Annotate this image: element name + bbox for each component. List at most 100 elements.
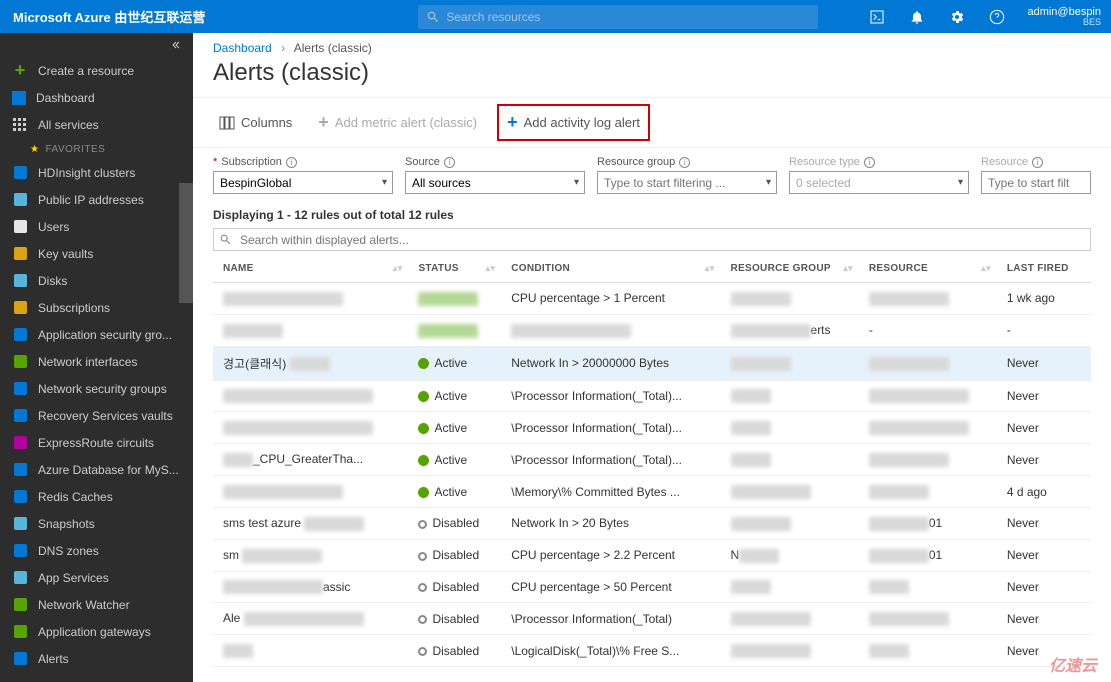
cell-condition: [501, 314, 720, 346]
header-icons: admin@bespin BES: [857, 0, 1111, 33]
sidebar-item-label: ExpressRoute circuits: [38, 436, 154, 450]
sidebar-item-mysql[interactable]: Azure Database for MyS...: [0, 456, 193, 483]
sidebar-item-users[interactable]: Users: [0, 213, 193, 240]
info-icon[interactable]: i: [286, 157, 297, 168]
sidebar-item-label: Alerts: [38, 652, 69, 666]
breadcrumb-root[interactable]: Dashboard: [213, 41, 272, 55]
mysql-icon: [12, 462, 28, 478]
cloud-shell-icon[interactable]: [857, 0, 897, 33]
sidebar-scrollbar[interactable]: [179, 183, 193, 303]
sidebar-all-services[interactable]: All services: [0, 111, 193, 138]
table-search: [213, 228, 1091, 251]
col-status[interactable]: STATUS▴▾: [408, 255, 501, 283]
info-icon[interactable]: i: [444, 157, 455, 168]
global-search-input[interactable]: [446, 10, 810, 24]
info-icon[interactable]: i: [864, 157, 875, 168]
notifications-icon[interactable]: [897, 0, 937, 33]
info-icon[interactable]: i: [679, 157, 690, 168]
agw-icon: [12, 624, 28, 640]
sidebar-item-nic[interactable]: Network interfaces: [0, 348, 193, 375]
sidebar-item-label: Redis Caches: [38, 490, 113, 504]
col-resource[interactable]: RESOURCE▴▾: [859, 255, 997, 283]
redis-icon: [12, 489, 28, 505]
table-row[interactable]: 경고(클래식) Active Network In > 20000000 Byt…: [213, 346, 1091, 380]
cell-condition: CPU percentage > 2.2 Percent: [501, 539, 720, 571]
cell-condition: CPU percentage > 50 Percent: [501, 571, 720, 603]
table-row[interactable]: sms test azure Disabled Network In > 20 …: [213, 507, 1091, 539]
subscription-select[interactable]: [213, 171, 393, 194]
table-row[interactable]: _CPU_GreaterTha... Active \Processor Inf…: [213, 444, 1091, 476]
sidebar-item-er[interactable]: ExpressRoute circuits: [0, 429, 193, 456]
sidebar-item-ip[interactable]: Public IP addresses: [0, 186, 193, 213]
sidebar-item-asg[interactable]: Application security gro...: [0, 321, 193, 348]
cell-resource: [859, 444, 997, 476]
sidebar-item-key[interactable]: Key vaults: [0, 240, 193, 267]
cell-status: Disabled: [408, 635, 501, 667]
col-condition[interactable]: CONDITION▴▾: [501, 255, 720, 283]
cell-resource: [859, 635, 997, 667]
resource-input[interactable]: [981, 171, 1091, 194]
sidebar-item-hdinsight[interactable]: HDInsight clusters: [0, 159, 193, 186]
cell-resource: [859, 283, 997, 315]
sidebar-item-agw[interactable]: Application gateways: [0, 618, 193, 645]
table-row[interactable]: assic Disabled CPU percentage > 50 Perce…: [213, 571, 1091, 603]
cell-condition: \Processor Information(_Total): [501, 603, 720, 635]
cell-resource-group: [721, 635, 859, 667]
sidebar-item-nsg[interactable]: Network security groups: [0, 375, 193, 402]
user-info[interactable]: admin@bespin BES: [1017, 6, 1111, 28]
col-last-fired[interactable]: LAST FIRED: [997, 255, 1091, 283]
key-icon: [12, 246, 28, 262]
settings-icon[interactable]: [937, 0, 977, 33]
help-icon[interactable]: [977, 0, 1017, 33]
table-row[interactable]: Active \Processor Information(_Total)...…: [213, 380, 1091, 412]
global-search[interactable]: [418, 5, 818, 29]
sidebar-dashboard[interactable]: Dashboard: [0, 84, 193, 111]
sidebar-item-snap[interactable]: Snapshots: [0, 510, 193, 537]
status-active-icon: [418, 487, 429, 498]
user-email: admin@bespin: [1027, 6, 1101, 18]
col-name[interactable]: NAME▴▾: [213, 255, 408, 283]
brand-text: Microsoft Azure 由世纪互联运营: [0, 7, 218, 26]
table-row[interactable]: Active \Processor Information(_Total)...…: [213, 412, 1091, 444]
source-select[interactable]: [405, 171, 585, 194]
columns-button[interactable]: Columns: [213, 111, 298, 135]
cell-status: Disabled: [408, 539, 501, 571]
sidebar-item-redis[interactable]: Redis Caches: [0, 483, 193, 510]
resource-type-select[interactable]: [789, 171, 969, 194]
add-activity-log-alert-button[interactable]: + Add activity log alert: [497, 104, 650, 141]
table-row[interactable]: Ale Disabled \Processor Information(_Tot…: [213, 603, 1091, 635]
status-active-icon: [418, 455, 429, 466]
subs-icon: [12, 300, 28, 316]
search-icon: [426, 10, 440, 24]
sidebar-item-app[interactable]: App Services: [0, 564, 193, 591]
info-icon[interactable]: i: [1032, 157, 1043, 168]
col-resource-group[interactable]: RESOURCE GROUP▴▾: [721, 255, 859, 283]
table-row[interactable]: sm Disabled CPU percentage > 2.2 Percent…: [213, 539, 1091, 571]
sidebar-item-label: Network security groups: [38, 382, 167, 396]
sidebar-item-alerts[interactable]: Alerts: [0, 645, 193, 672]
sidebar-item-nw[interactable]: Network Watcher: [0, 591, 193, 618]
sidebar-create-resource[interactable]: + Create a resource: [0, 57, 193, 84]
display-count: Displaying 1 - 12 rules out of total 12 …: [193, 198, 1111, 228]
table-row[interactable]: Disabled \LogicalDisk(_Total)\% Free S..…: [213, 635, 1091, 667]
plus-icon: +: [507, 112, 518, 133]
cell-resource-group: [721, 603, 859, 635]
table-row[interactable]: Active \Memory\% Committed Bytes ... 4 d…: [213, 476, 1091, 508]
sidebar-item-dns[interactable]: DNS zones: [0, 537, 193, 564]
cell-last-fired: Never: [997, 539, 1091, 571]
sidebar-item-subs[interactable]: Subscriptions: [0, 294, 193, 321]
status-disabled-icon: [418, 647, 427, 656]
sidebar-item-rsv[interactable]: Recovery Services vaults: [0, 402, 193, 429]
sidebar: + Create a resource Dashboard All servic…: [0, 33, 193, 682]
cell-last-fired: 4 d ago: [997, 476, 1091, 508]
sidebar-item-label: Users: [38, 220, 69, 234]
table-row[interactable]: erts - -: [213, 314, 1091, 346]
status-disabled-icon: [418, 615, 427, 624]
sidebar-collapse-button[interactable]: [0, 33, 193, 57]
table-row[interactable]: CPU percentage > 1 Percent 1 wk ago: [213, 283, 1091, 315]
sidebar-item-disks[interactable]: Disks: [0, 267, 193, 294]
filter-resource-type: Resource type i ▾: [789, 156, 969, 194]
resource-group-input[interactable]: [597, 171, 777, 194]
table-search-input[interactable]: [213, 228, 1091, 251]
cell-name: _CPU_GreaterTha...: [213, 444, 408, 476]
